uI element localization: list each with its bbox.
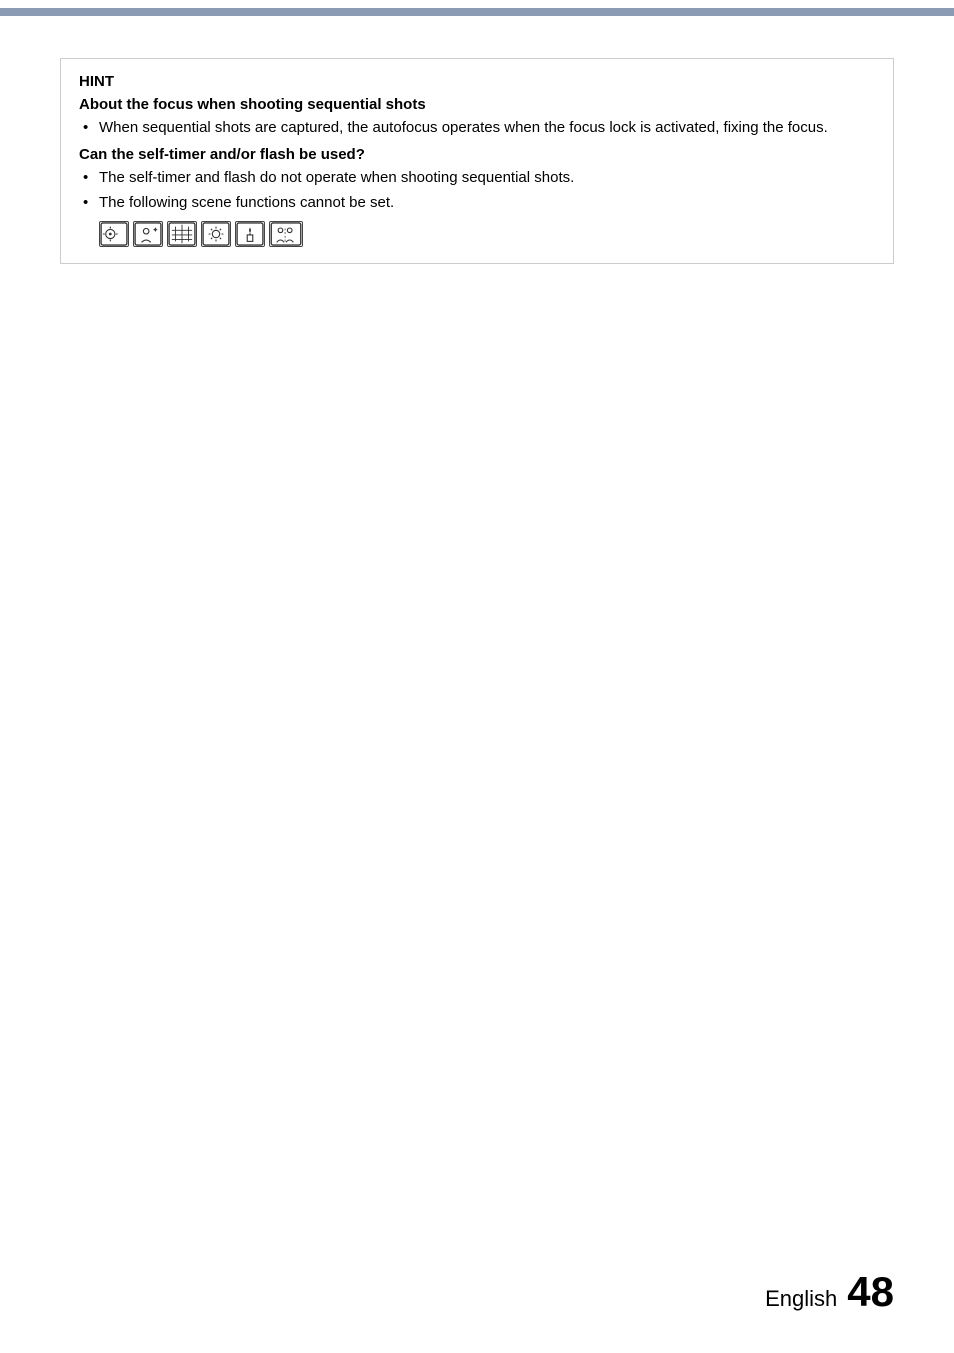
hint-title: HINT xyxy=(79,73,875,90)
scene-icon-3 xyxy=(167,221,197,247)
bullet-list-focus: When sequential shots are captured, the … xyxy=(79,117,875,140)
list-item-autofocus: When sequential shots are captured, the … xyxy=(79,117,875,140)
scene-icon-2: ✦ xyxy=(133,221,163,247)
top-bar xyxy=(0,8,954,16)
scene-icon-1 xyxy=(99,221,129,247)
scene-icon-4 xyxy=(201,221,231,247)
footer-page-number: 48 xyxy=(847,1271,894,1313)
heading-self-timer: Can the self-timer and/or flash be used? xyxy=(79,146,875,163)
scene-icon-6 xyxy=(269,221,303,247)
bullet-list-self-timer: The self-timer and flash do not operate … xyxy=(79,167,875,215)
heading-focus: About the focus when shooting sequential… xyxy=(79,96,875,113)
footer-language-label: English xyxy=(765,1286,837,1312)
page-content: HINT About the focus when shooting seque… xyxy=(0,8,954,344)
scene-icon-5 xyxy=(235,221,265,247)
hint-box: HINT About the focus when shooting seque… xyxy=(60,58,894,264)
page-footer: English 48 xyxy=(765,1271,894,1313)
scene-icons-row: ✦ xyxy=(99,221,875,247)
svg-text:✦: ✦ xyxy=(153,227,158,234)
list-item-no-flash: The self-timer and flash do not operate … xyxy=(79,167,875,190)
list-item-scene-functions: The following scene functions cannot be … xyxy=(79,192,875,215)
